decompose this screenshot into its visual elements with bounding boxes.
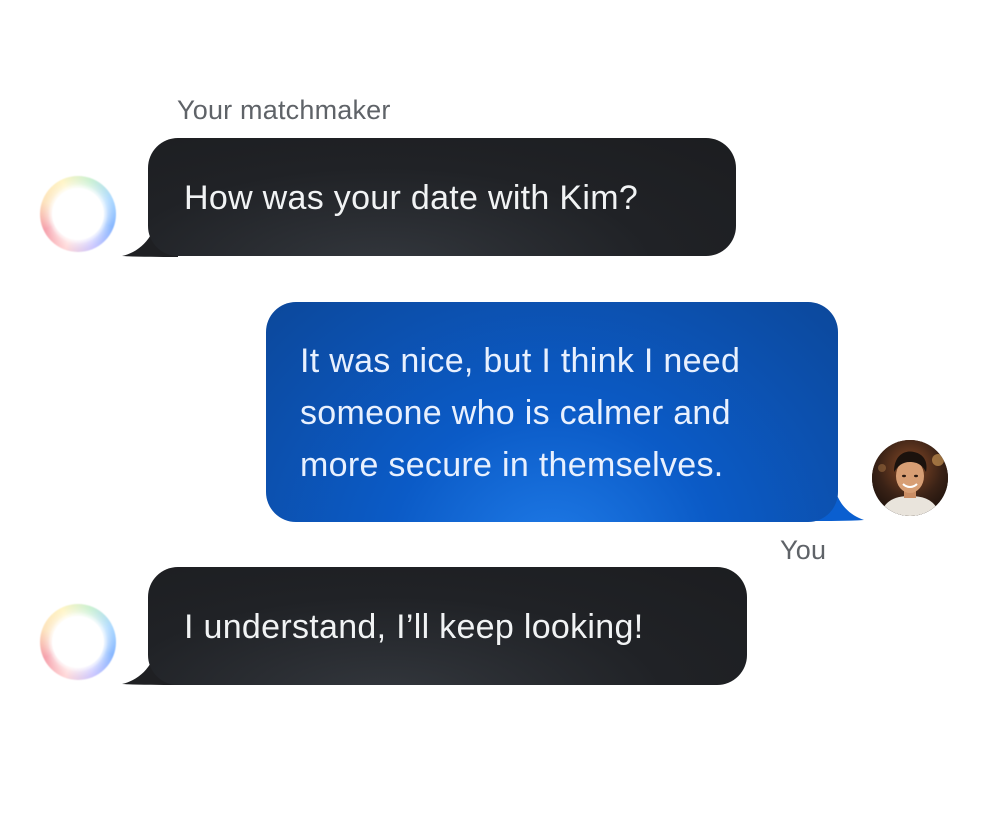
message-text-line-2: someone who is calmer and (300, 394, 731, 432)
message-bubble: It was nice, but I think I need someone … (266, 302, 838, 522)
message-text-line-3: more secure in themselves. (300, 446, 724, 484)
matchmaker-avatar-icon (40, 604, 116, 680)
matchmaker-avatar-icon (40, 176, 116, 252)
you-sender-label: You (780, 535, 827, 565)
message-bubble: I understand, I’ll keep looking! (148, 567, 747, 685)
message-text-line-1: It was nice, but I think I need (300, 342, 741, 380)
message-bubble: How was your date with Kim? (148, 138, 736, 256)
matchmaker-sender-label: Your matchmaker (177, 95, 391, 125)
user-photo-icon (872, 440, 948, 516)
message-text: I understand, I’ll keep looking! (184, 608, 644, 646)
user-avatar (872, 440, 948, 516)
message-text: How was your date with Kim? (184, 179, 639, 217)
